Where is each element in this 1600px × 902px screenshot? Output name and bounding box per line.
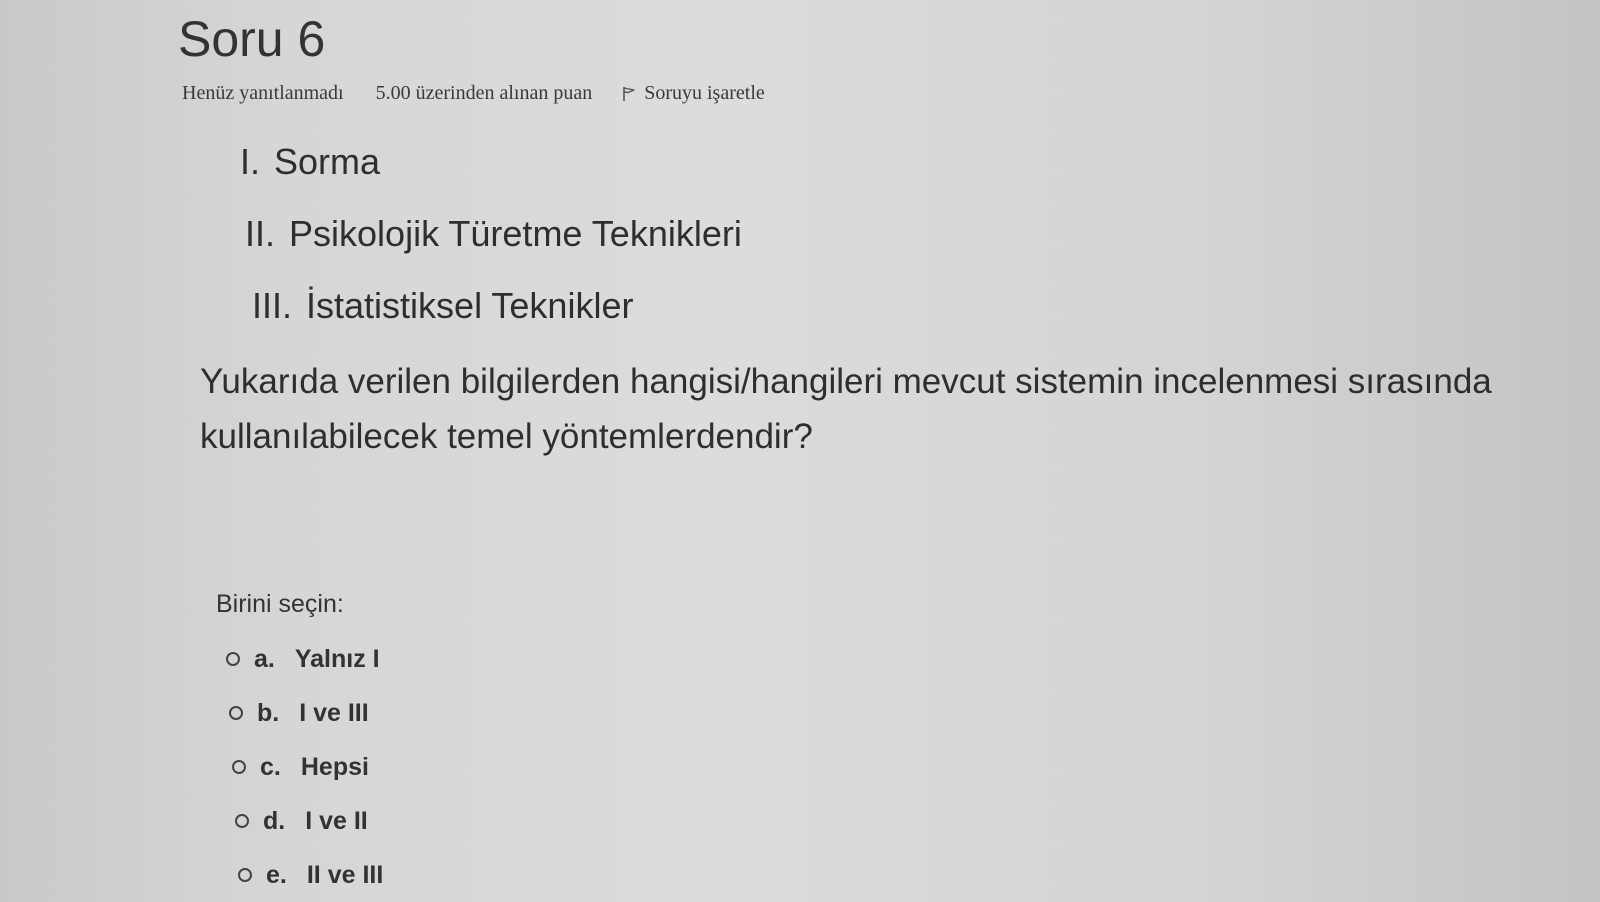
question-grade: 5.00 üzerinden alınan puan — [375, 82, 593, 104]
statement-item: I. Sorma — [240, 140, 742, 212]
answer-prompt: Birini seçin: — [216, 590, 344, 618]
answer-list: a. Yalnız I b. I ve III c. Hepsi d. I ve… — [226, 632, 383, 902]
radio-button[interactable] — [235, 814, 249, 828]
answer-letter: e. — [266, 860, 287, 889]
statement-text: İstatistiksel Teknikler — [306, 285, 634, 326]
radio-button[interactable] — [238, 868, 252, 882]
question-info: Henüz yanıtlanmadı 5.00 üzerinden alınan… — [182, 82, 765, 105]
statement-text: Sorma — [274, 141, 381, 182]
radio-button[interactable] — [226, 652, 240, 666]
question-state: Henüz yanıtlanmadı — [182, 82, 344, 104]
answer-option-c[interactable]: c. Hepsi — [226, 740, 383, 794]
answer-text: II ve III — [306, 860, 384, 889]
radio-button[interactable] — [229, 706, 243, 720]
statement-item: II. Psikolojik Türetme Teknikleri — [240, 212, 742, 284]
flag-question-link[interactable]: Soruyu işaretle — [622, 82, 765, 105]
answer-option-a[interactable]: a. Yalnız I — [226, 632, 383, 686]
answer-option-b[interactable]: b. I ve III — [226, 686, 383, 740]
statement-item: III. İstatistiksel Teknikler — [240, 284, 742, 356]
statement-number: II. — [245, 213, 276, 254]
answer-text: I ve II — [305, 806, 368, 835]
statement-list: I. Sorma II. Psikolojik Türetme Teknikleri… — [240, 140, 742, 356]
radio-button[interactable] — [232, 760, 246, 774]
answer-option-e[interactable]: e. II ve III — [226, 848, 383, 902]
answer-letter: d. — [263, 806, 286, 835]
question-text: Yukarıda verilen bilgilerden hangisi/han… — [200, 362, 1492, 456]
answer-letter: b. — [257, 698, 280, 727]
statement-number: I. — [240, 141, 261, 182]
quiz-page: Soru 6 Henüz yanıtlanmadı 5.00 üzerinden… — [0, 0, 1600, 900]
answer-option-d[interactable]: d. I ve II — [226, 794, 383, 848]
flag-icon — [622, 86, 636, 102]
answer-text: I ve III — [299, 698, 369, 727]
flag-question-label: Soruyu işaretle — [644, 82, 765, 104]
statement-number: III. — [252, 285, 293, 326]
statement-text: Psikolojik Türetme Teknikleri — [289, 213, 742, 254]
answer-letter: a. — [254, 644, 275, 673]
answer-letter: c. — [260, 752, 281, 781]
question-title: Soru 6 — [178, 11, 326, 67]
answer-text: Hepsi — [300, 752, 369, 781]
answer-text: Yalnız I — [294, 644, 380, 673]
